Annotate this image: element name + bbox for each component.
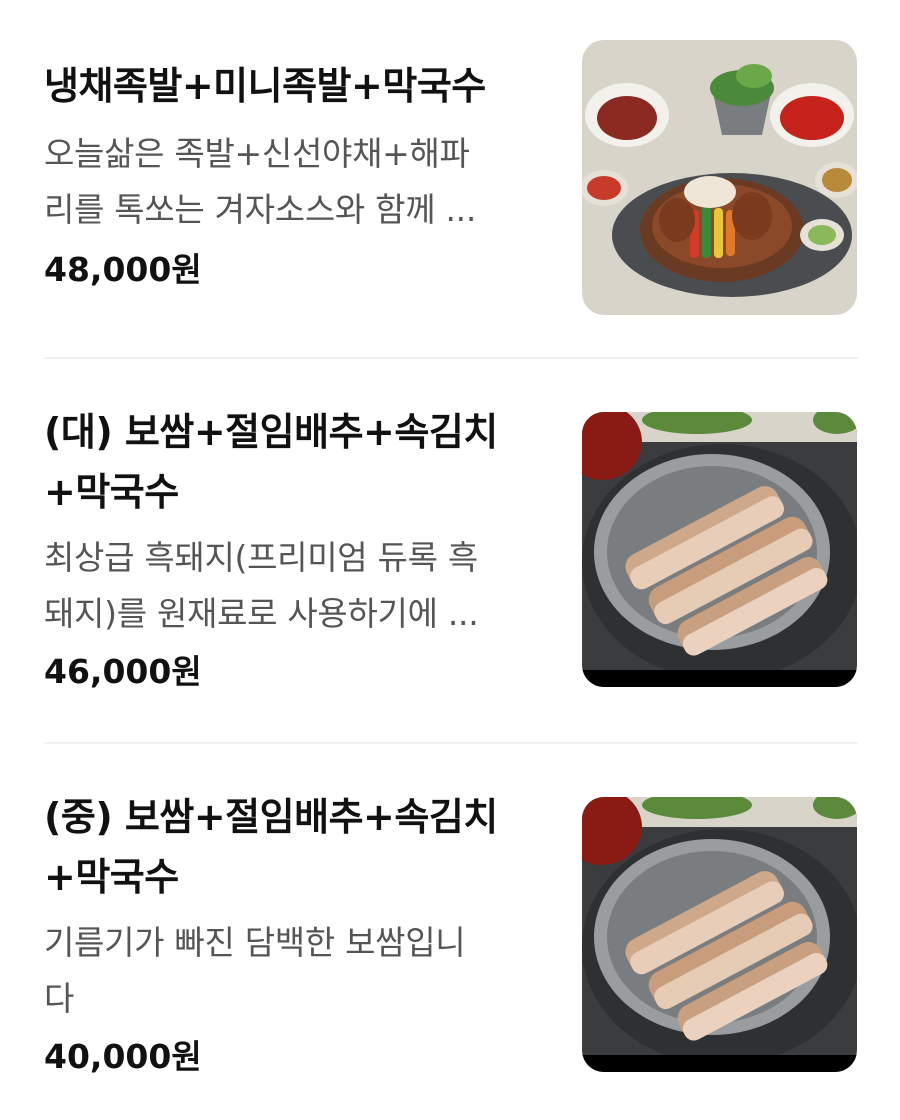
menu-item-description-line2: 돼지)를 원재료로 사용하기에 ... [44,594,479,633]
menu-item-price: 46,000원 [44,652,202,691]
divider [44,357,858,359]
menu-item-description-line1: 오늘삶은 족발+신선야채+해파 [44,134,470,173]
menu-item-bossam-medium[interactable]: (중) 보쌈+절임배추+속김치 +막국수 기름기가 빠진 담백한 보쌈입니 다 … [0,745,900,1120]
menu-item-title-line2: +막국수 [44,855,179,899]
menu-item-price: 40,000원 [44,1037,202,1076]
menu-item-title-line2: +막국수 [44,470,179,514]
menu-item-title-line1: (대) 보쌈+절임배추+속김치 [44,410,498,454]
menu-item-title-line1: (중) 보쌈+절임배추+속김치 [44,795,498,839]
menu-item-description-line1: 기름기가 빠진 담백한 보쌈입니 [44,923,466,962]
menu-item-jokbal[interactable]: 냉채족발+미니족발+막국수 오늘삶은 족발+신선야채+해파 리를 톡쏘는 겨자소… [0,0,900,360]
menu-item-description-line2: 리를 톡쏘는 겨자소스와 함께 ... [44,190,477,229]
menu-item-bossam-large[interactable]: (대) 보쌈+절임배추+속김치 +막국수 최상급 흑돼지(프리미엄 듀록 흑 돼… [0,360,900,745]
bossam-platter-photo [582,412,857,687]
bossam-platter-photo [582,797,857,1072]
menu-item-title: 냉채족발+미니족발+막국수 [44,64,486,108]
divider [44,742,858,744]
menu-item-description-line2: 다 [44,979,75,1018]
jokbal-platter-photo [582,40,857,315]
menu-item-description-line1: 최상급 흑돼지(프리미엄 듀록 흑 [44,538,478,577]
menu-item-price: 48,000원 [44,250,202,289]
